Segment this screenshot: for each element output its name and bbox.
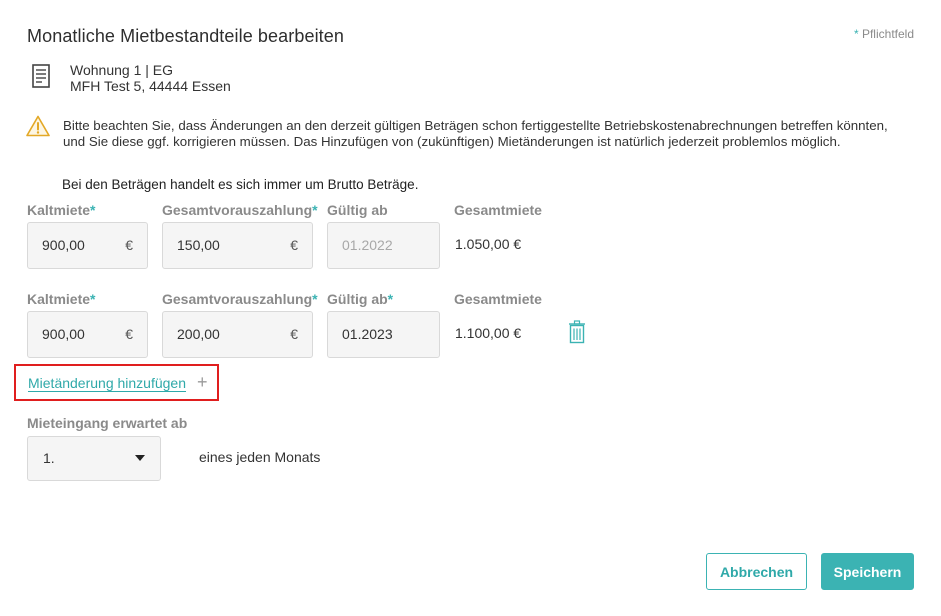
payment-day-value: 1. [43,450,55,466]
required-star: * [312,202,318,218]
kaltmiete-value: 900,00 [42,237,85,253]
required-star: * [853,27,859,41]
gesamtmiete-value-1: 1.050,00 € [455,236,522,252]
payment-day-suffix: eines jeden Monats [199,449,321,465]
label-text: Gültig ab [327,291,388,307]
save-button[interactable]: Speichern [821,553,914,590]
vorauszahlung-input-2[interactable]: 200,00 € [162,311,313,358]
label-vorauszahlung: Gesamtvorauszahlung* [162,291,318,307]
cancel-button[interactable]: Abbrechen [706,553,807,590]
gueltig-ab-input-2[interactable]: 01.2023 [327,311,440,358]
label-mieteingang: Mieteingang erwartet ab [27,415,188,431]
currency-symbol: € [290,326,298,342]
label-text: Gesamtvorauszahlung [162,291,313,307]
plus-icon: + [197,372,208,392]
property-address: MFH Test 5, 44444 Essen [70,78,231,94]
label-text: Gesamtvorauszahlung [162,202,313,218]
gueltig-ab-value: 01.2023 [342,326,393,342]
label-kaltmiete: Kaltmiete* [27,291,95,307]
label-gueltig-ab: Gültig ab [327,202,388,218]
kaltmiete-input-2[interactable]: 900,00 € [27,311,148,358]
currency-symbol: € [125,237,133,253]
required-star: * [90,291,96,307]
label-text: Kaltmiete [27,291,91,307]
vorauszahlung-value: 150,00 [177,237,220,253]
vorauszahlung-input-1[interactable]: 150,00 € [162,222,313,269]
required-note: * Pflichtfeld [854,27,914,41]
kaltmiete-input-1[interactable]: 900,00 € [27,222,148,269]
dialog-title: Monatliche Mietbestandteile bearbeiten [27,26,344,46]
required-star: * [387,291,394,307]
payment-day-select[interactable]: 1. [27,436,161,481]
gueltig-ab-value: 01.2022 [342,237,393,253]
currency-symbol: € [125,326,133,342]
label-vorauszahlung: Gesamtvorauszahlung* [162,202,318,218]
brutto-note: Bei den Beträgen handelt es sich immer u… [62,177,419,192]
label-gesamtmiete: Gesamtmiete [454,291,542,307]
label-gesamtmiete: Gesamtmiete [454,202,542,218]
gueltig-ab-input-1: 01.2022 [327,222,440,269]
gesamtmiete-value-2: 1.100,00 € [455,325,522,341]
required-star: * [312,291,318,307]
warning-message: Bitte beachten Sie, dass Änderungen an d… [63,118,888,149]
label-kaltmiete: Kaltmiete* [27,202,95,218]
label-text: Kaltmiete [27,202,91,218]
caret-down-icon [135,455,145,461]
document-icon [32,64,50,88]
trash-icon[interactable] [568,320,586,344]
label-gueltig-ab: Gültig ab* [327,291,393,307]
currency-symbol: € [290,237,298,253]
add-rent-change-label: Mietänderung hinzufügen [28,375,187,391]
property-unit: Wohnung 1 | EG [70,62,173,78]
add-rent-change-link[interactable]: Mietänderung hinzufügen + [14,364,219,401]
required-star: * [90,202,96,218]
required-label: Pflichtfeld [861,27,914,41]
vorauszahlung-value: 200,00 [177,326,220,342]
kaltmiete-value: 900,00 [42,326,85,342]
warning-icon [26,115,50,137]
